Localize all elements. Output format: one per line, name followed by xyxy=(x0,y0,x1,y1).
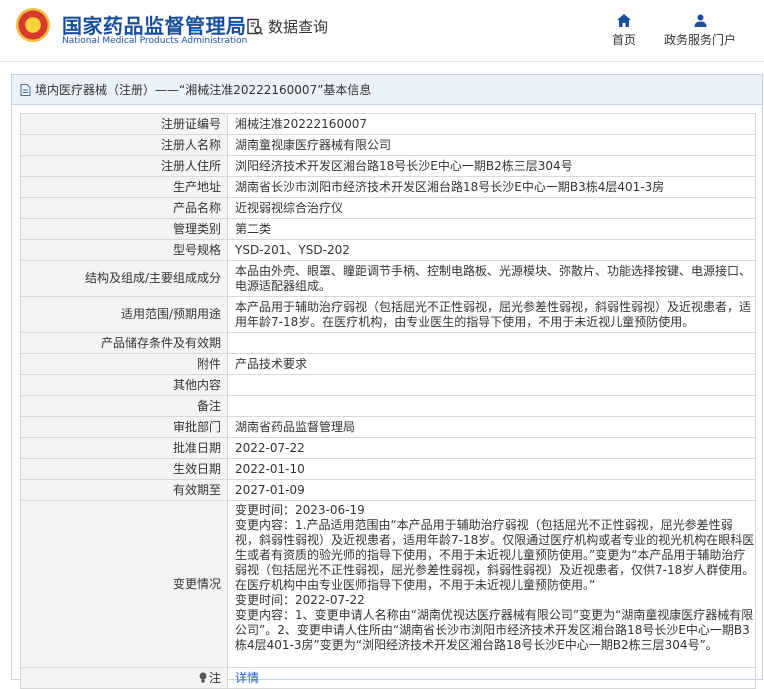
field-label: 结构及组成/主要组成成分 xyxy=(20,260,228,297)
note-label-cell: 注 xyxy=(20,667,228,689)
lightbulb-icon xyxy=(199,672,207,682)
table-row: 生产地址 湖南省长沙市浏阳市经济技术开发区湘台路18号长沙E中心一期B3栋4层4… xyxy=(20,176,756,198)
field-value xyxy=(227,395,756,417)
data-query-link[interactable]: 数据查询 xyxy=(246,16,328,37)
table-row: 产品储存条件及有效期 xyxy=(20,332,756,354)
field-label: 备注 xyxy=(20,395,228,417)
table-row: 结构及组成/主要组成成分 本品由外壳、眼罩、瞳距调节手柄、控制电路板、光源模块、… xyxy=(20,260,756,297)
nav-home[interactable]: 首页 xyxy=(604,14,644,48)
site-header: 国家药品监督管理局 National Medical Products Admi… xyxy=(0,0,764,62)
table-row: 审批部门 湖南省药品监督管理局 xyxy=(20,416,756,438)
field-label: 附件 xyxy=(20,353,228,375)
field-label: 生效日期 xyxy=(20,458,228,480)
field-label: 注 xyxy=(208,670,221,685)
field-value: 本品由外壳、眼罩、瞳距调节手柄、控制电路板、光源模块、弥散片、功能选择按键、电源… xyxy=(227,260,756,297)
field-label: 有效期至 xyxy=(20,479,228,501)
document-search-icon xyxy=(247,18,264,35)
home-icon xyxy=(617,14,631,27)
device-info-card: 境内医疗器械（注册）——“湘械注准20222160007”基本信息 注册证编号 … xyxy=(11,74,763,689)
table-row: 注册人住所 浏阳经济技术开发区湘台路18号长沙E中心一期B2栋三层304号 xyxy=(20,155,756,177)
table-row: 注册证编号 湘械注准20222160007 xyxy=(20,113,756,135)
table-row: 管理类别 第二类 xyxy=(20,218,756,240)
field-label: 变更情况 xyxy=(20,500,228,668)
card-title: 境内医疗器械（注册）——“湘械注准20222160007”基本信息 xyxy=(35,83,372,97)
field-value: 2022-07-22 xyxy=(227,437,756,459)
field-value: 浏阳经济技术开发区湘台路18号长沙E中心一期B2栋三层304号 xyxy=(227,155,756,177)
national-emblem-logo[interactable] xyxy=(16,8,50,42)
card-title-bar: 境内医疗器械（注册）——“湘械注准20222160007”基本信息 xyxy=(12,75,762,105)
field-value xyxy=(227,374,756,396)
field-value: 近视弱视综合治疗仪 xyxy=(227,197,756,219)
field-label: 适用范围/预期用途 xyxy=(20,296,228,333)
table-row: 其他内容 xyxy=(20,374,756,396)
data-query-label: 数据查询 xyxy=(268,18,329,36)
field-label: 型号规格 xyxy=(20,239,228,261)
document-icon xyxy=(20,83,31,96)
field-label: 注册证编号 xyxy=(20,113,228,135)
table-row: 变更情况 变更时间：2023-06-19 变更内容：1.产品适用范围由“本产品用… xyxy=(20,500,756,668)
field-value xyxy=(227,332,756,354)
nav-portal-label: 政务服务门户 xyxy=(663,33,736,47)
field-label: 其他内容 xyxy=(20,374,228,396)
table-row: 注 详情 xyxy=(20,667,756,689)
field-value: 2027-01-09 xyxy=(227,479,756,501)
info-table: 注册证编号 湘械注准20222160007 注册人名称 湖南童视康医疗器械有限公… xyxy=(20,113,756,689)
table-row: 产品名称 近视弱视综合治疗仪 xyxy=(20,197,756,219)
field-value: 本产品用于辅助治疗弱视（包括屈光不正性弱视，屈光参差性弱视，斜弱性弱视）及近视患… xyxy=(227,296,756,333)
field-value-cell: 详情 xyxy=(227,667,756,689)
user-icon xyxy=(694,14,706,27)
field-value: 湖南省药品监督管理局 xyxy=(227,416,756,438)
field-value: 第二类 xyxy=(227,218,756,240)
field-label: 注册人住所 xyxy=(20,155,228,177)
table-row: 注册人名称 湖南童视康医疗器械有限公司 xyxy=(20,134,756,156)
field-value: 湘械注准20222160007 xyxy=(227,113,756,135)
details-link[interactable]: 详情 xyxy=(235,671,259,685)
field-value: 2022-01-10 xyxy=(227,458,756,480)
table-row: 备注 xyxy=(20,395,756,417)
field-label: 批准日期 xyxy=(20,437,228,459)
field-value: 湖南童视康医疗器械有限公司 xyxy=(227,134,756,156)
change-history-value: 变更时间：2023-06-19 变更内容：1.产品适用范围由“本产品用于辅助治疗… xyxy=(227,500,756,668)
table-row: 型号规格 YSD-201、YSD-202 xyxy=(20,239,756,261)
table-row: 附件 产品技术要求 xyxy=(20,353,756,375)
field-label: 生产地址 xyxy=(20,176,228,198)
site-name-en[interactable]: National Medical Products Administration xyxy=(62,36,247,46)
nav-service-portal[interactable]: 政务服务门户 xyxy=(660,14,740,48)
field-label: 审批部门 xyxy=(20,416,228,438)
field-value: 产品技术要求 xyxy=(227,353,756,375)
field-label: 产品储存条件及有效期 xyxy=(20,332,228,354)
table-row: 生效日期 2022-01-10 xyxy=(20,458,756,480)
field-label: 管理类别 xyxy=(20,218,228,240)
field-label: 注册人名称 xyxy=(20,134,228,156)
table-row: 批准日期 2022-07-22 xyxy=(20,437,756,459)
field-value: 湖南省长沙市浏阳市经济技术开发区湘台路18号长沙E中心一期B3栋4层401-3房 xyxy=(227,176,756,198)
table-row: 有效期至 2027-01-09 xyxy=(20,479,756,501)
table-row: 适用范围/预期用途 本产品用于辅助治疗弱视（包括屈光不正性弱视，屈光参差性弱视，… xyxy=(20,296,756,333)
field-label: 产品名称 xyxy=(20,197,228,219)
field-value: YSD-201、YSD-202 xyxy=(227,239,756,261)
nav-home-label: 首页 xyxy=(611,33,636,47)
site-name-cn[interactable]: 国家药品监督管理局 xyxy=(62,10,247,39)
